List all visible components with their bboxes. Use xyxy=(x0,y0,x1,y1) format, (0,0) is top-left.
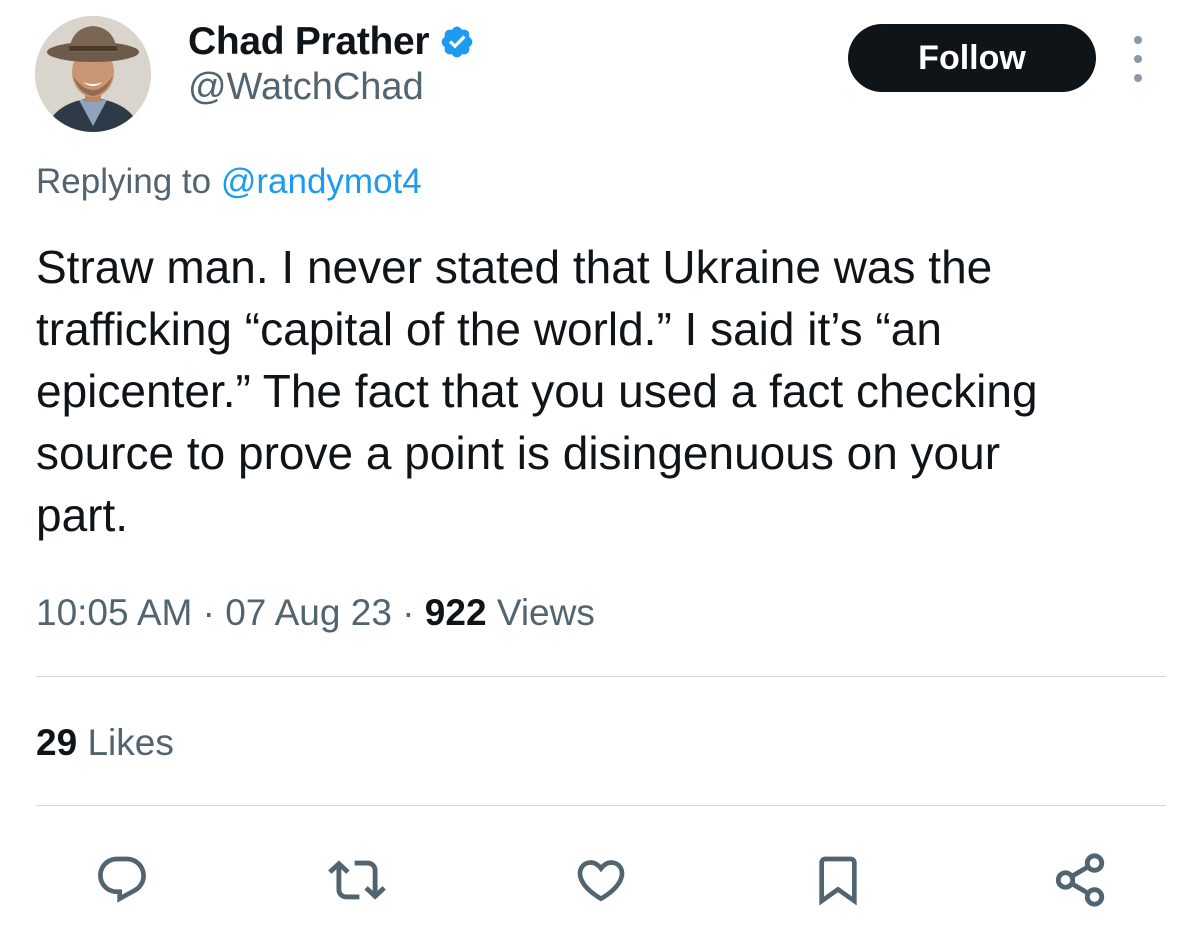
reply-context: Replying to @randymot4 xyxy=(36,162,422,202)
follow-button[interactable]: Follow xyxy=(848,24,1096,92)
bookmark-button[interactable] xyxy=(808,850,868,910)
like-button[interactable] xyxy=(571,850,631,910)
retweet-button[interactable] xyxy=(327,850,387,910)
like-icon xyxy=(577,860,625,902)
more-options-icon[interactable] xyxy=(1124,36,1152,82)
views-count: 922 xyxy=(424,592,487,633)
divider xyxy=(36,805,1166,806)
tweet-text: Straw man. I never stated that Ukraine w… xyxy=(36,241,1038,541)
meta-separator: · xyxy=(402,592,415,633)
tweet-meta: 10:05 AM · 07 Aug 23 · 922 Views xyxy=(36,592,595,634)
tweet-time[interactable]: 10:05 AM xyxy=(36,592,192,633)
meta-separator: · xyxy=(202,592,215,633)
share-button[interactable] xyxy=(1050,850,1110,910)
avatar-image xyxy=(35,16,151,132)
more-dot xyxy=(1134,74,1142,82)
likes-label: Likes xyxy=(87,722,174,763)
reply-button[interactable] xyxy=(92,850,152,910)
likes-count: 29 xyxy=(36,722,78,763)
reply-mention-link[interactable]: @randymot4 xyxy=(221,162,422,201)
tweet-date[interactable]: 07 Aug 23 xyxy=(225,592,392,633)
author-name[interactable]: Chad Prather xyxy=(188,20,430,64)
retweet-icon xyxy=(328,860,386,900)
reply-context-prefix: Replying to xyxy=(36,162,212,201)
reply-icon xyxy=(98,856,146,903)
avatar[interactable] xyxy=(35,16,151,132)
bookmark-icon xyxy=(819,856,857,906)
more-dot xyxy=(1134,36,1142,44)
author-handle[interactable]: @WatchChad xyxy=(188,66,424,109)
share-icon xyxy=(1055,853,1105,907)
verified-badge-icon xyxy=(439,24,475,60)
views-label: Views xyxy=(496,592,595,633)
author-name-row: Chad Prather xyxy=(188,16,475,68)
likes-stat[interactable]: 29 Likes xyxy=(36,722,174,764)
more-dot xyxy=(1134,55,1142,63)
divider xyxy=(36,676,1166,677)
